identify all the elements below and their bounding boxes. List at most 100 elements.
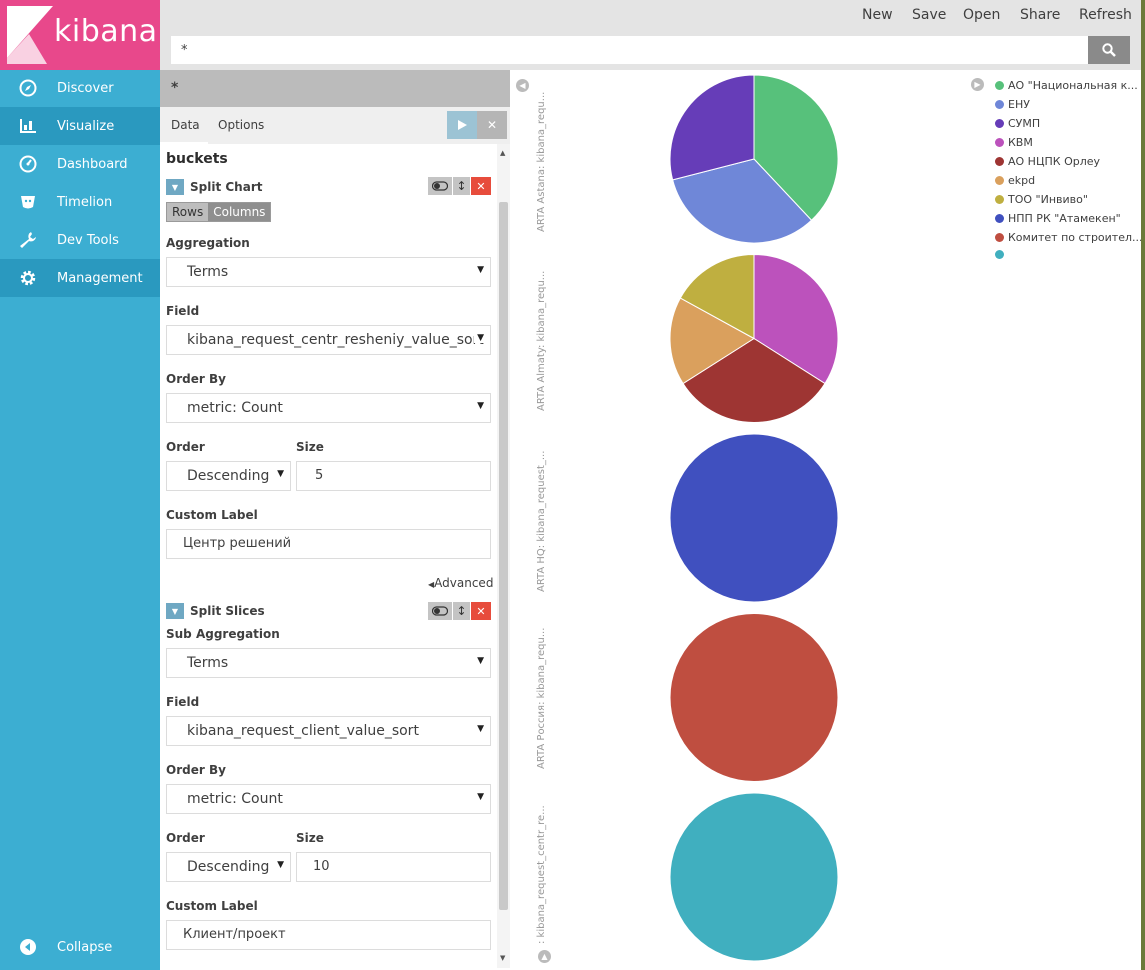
split-slices-remove-button[interactable]: ✕ [471,602,491,620]
nav-item-visualize[interactable]: Visualize [0,107,160,145]
chevron-right-icon: ▶ [974,80,981,89]
legend-toggle-button[interactable]: ▶ [971,78,984,91]
share-link[interactable]: Share [1020,7,1060,23]
nav-label-dev-tools: Dev Tools [57,232,119,248]
nav-item-management[interactable]: Management [0,259,160,297]
collapse-button[interactable]: Collapse [0,928,160,966]
nav-label-dashboard: Dashboard [57,156,128,172]
kibana-logo-icon [7,6,53,64]
legend-item[interactable]: НПП РК "Атамекен" [995,212,1121,225]
legend-item[interactable]: АО "Национальная к... [995,79,1138,92]
order-value: Descending [187,468,270,484]
toggle-icon [432,181,448,191]
order-by-value: metric: Count [187,400,283,416]
sub-aggregation-select[interactable]: Terms ▼ [166,648,491,678]
legend-swatch [995,157,1004,166]
scroll-down-icon: ▼ [500,954,506,962]
refresh-link[interactable]: Refresh [1079,7,1132,23]
split-chart-title: Split Chart [190,180,263,194]
legend-label: ТОО "Инвиво" [1008,193,1088,206]
split-chart-drag-handle[interactable]: ↕ [453,177,470,195]
discard-button[interactable]: ✕ [477,111,507,139]
slices-custom-label-input[interactable]: Клиент/проект [166,920,491,950]
order-by-select[interactable]: metric: Count ▼ [166,393,491,423]
legend-item[interactable]: ТОО "Инвиво" [995,193,1088,206]
split-chart-toggle[interactable]: ▼ [166,179,184,195]
caret-down-icon: ▼ [474,401,484,411]
field-select[interactable]: kibana_request_centr_resheniy_value_sort… [166,325,491,355]
nav-label-discover: Discover [57,80,114,96]
kibana-logo[interactable]: kibana [0,0,160,70]
legend-label: СУМП [1008,117,1041,130]
aggregation-select[interactable]: Terms ▼ [166,257,491,287]
legend-label: ЕНУ [1008,98,1030,111]
legend-swatch [995,119,1004,128]
tab-data[interactable]: Data [171,118,200,132]
split-slices-controls: ↕ ✕ [428,602,491,620]
slices-order-select[interactable]: Descending ▼ [166,852,291,882]
nav-label-visualize: Visualize [57,118,115,134]
split-chart-enable-toggle[interactable] [428,177,452,195]
legend-label: Комитет по строител... [1008,231,1143,244]
split-slices-enable-toggle[interactable] [428,602,452,620]
nav-item-discover[interactable]: Discover [0,69,160,107]
slices-order-by-value: metric: Count [187,791,283,807]
apply-button[interactable] [447,111,477,139]
legend-swatch [995,195,1004,204]
legend-swatch [995,100,1004,109]
advanced-toggle[interactable]: ◀Advanced [428,576,493,590]
pie-2-slice-0[interactable] [669,433,839,603]
legend-item[interactable]: КВМ [995,136,1033,149]
compass-icon [19,79,37,97]
slices-order-by-select[interactable]: metric: Count ▼ [166,784,491,814]
top-bar: New Save Open Share Refresh [160,0,1145,70]
save-link[interactable]: Save [912,7,946,23]
close-icon: ✕ [476,604,486,618]
slices-order-value: Descending [187,859,270,875]
slices-size-input[interactable]: 10 [296,852,491,882]
slices-field-select[interactable]: kibana_request_client_value_sort ▼ [166,716,491,746]
rows-button[interactable]: Rows [167,203,209,221]
field-value: kibana_request_centr_resheniy_value_sort [187,332,484,348]
columns-button[interactable]: Columns [208,203,271,221]
dashboard-icon [19,155,37,173]
search-button[interactable] [1088,36,1130,64]
split-slices-toggle[interactable]: ▼ [166,603,184,619]
legend-item[interactable]: ekpd [995,174,1035,187]
bar-chart-icon [19,117,37,135]
open-link[interactable]: Open [963,7,1000,23]
tab-options[interactable]: Options [218,118,264,132]
caret-down-icon: ▼ [474,792,484,802]
logo-text: kibana [54,14,158,49]
order-select[interactable]: Descending ▼ [166,461,291,491]
drag-handle-icon: ↕ [456,604,467,618]
legend-item[interactable] [995,250,1008,259]
nav-label-management: Management [57,270,143,286]
legend-item[interactable]: Комитет по строител... [995,231,1143,244]
legend-label: НПП РК "Атамекен" [1008,212,1121,225]
wrench-icon [19,231,37,249]
side-nav: kibana Discover Visualize Dashboard Time… [0,0,160,970]
field-label: Field [166,304,200,318]
legend-item[interactable]: ЕНУ [995,98,1030,111]
pie-4-slice-0[interactable] [669,792,839,962]
editor-scrollbar[interactable]: ▲ ▼ [497,144,510,968]
size-input[interactable]: 5 [296,461,491,491]
scroll-thumb[interactable] [499,202,508,910]
order-by-label: Order By [166,372,226,386]
legend-item[interactable]: СУМП [995,117,1040,130]
nav-item-timelion[interactable]: Timelion [0,183,160,221]
query-input[interactable] [171,36,1088,64]
custom-label-input[interactable]: Центр решений [166,529,491,559]
nav-label-timelion: Timelion [57,194,113,210]
close-icon: ✕ [486,118,498,132]
new-link[interactable]: New [862,7,893,23]
chevron-down-icon: ▼ [171,606,179,616]
nav-item-dev-tools[interactable]: Dev Tools [0,221,160,259]
split-slices-drag-handle[interactable]: ↕ [453,602,470,620]
nav-item-dashboard[interactable]: Dashboard [0,145,160,183]
legend-item[interactable]: АО НЦПК Орлеу [995,155,1100,168]
legend-label: АО НЦПК Орлеу [1008,155,1101,168]
split-chart-remove-button[interactable]: ✕ [471,177,491,195]
pie-3-slice-0[interactable] [669,613,839,782]
